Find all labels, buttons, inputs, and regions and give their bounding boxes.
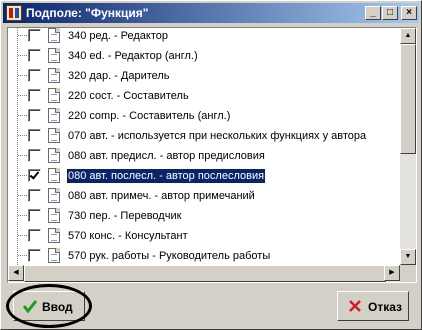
- scroll-down-arrow-icon[interactable]: ▼: [400, 249, 416, 265]
- title-bar[interactable]: Подполе: "Функция" _ □ ×: [3, 3, 419, 23]
- item-checkbox[interactable]: [28, 29, 41, 42]
- list-item[interactable]: 080 авт. предисл. - автор предисловия: [8, 146, 400, 166]
- scroll-up-arrow-icon[interactable]: ▲: [400, 28, 416, 44]
- function-tree-list[interactable]: 340 ред. - Редактор 340 ed. - Редактор (а…: [7, 27, 417, 283]
- document-icon: [48, 188, 60, 203]
- horizontal-scroll-thumb[interactable]: [24, 265, 386, 282]
- tree-connector: [18, 135, 27, 136]
- item-checkbox[interactable]: [28, 89, 41, 102]
- item-label[interactable]: 070 авт. - используется при нескольких ф…: [67, 129, 367, 143]
- document-icon: [48, 228, 60, 243]
- enter-button[interactable]: Ввод: [13, 291, 85, 321]
- item-label[interactable]: 570 рук. работы - Руководитель работы: [67, 249, 271, 263]
- window-title: Подполе: "Функция": [26, 6, 149, 20]
- list-rows: 340 ред. - Редактор 340 ed. - Редактор (а…: [8, 28, 400, 265]
- tree-connector: [18, 35, 27, 36]
- close-x-icon: [349, 300, 361, 312]
- tree-connector: [18, 255, 27, 256]
- item-label[interactable]: 320 дар. - Даритель: [67, 69, 171, 83]
- document-icon: [48, 68, 60, 83]
- list-item[interactable]: 730 пер. - Переводчик: [8, 206, 400, 226]
- list-item[interactable]: 070 авт. - используется при нескольких ф…: [8, 126, 400, 146]
- item-label[interactable]: 570 конс. - Консультант: [67, 229, 189, 243]
- tree-connector: [18, 75, 27, 76]
- list-item[interactable]: 220 сост. - Составитель: [8, 86, 400, 106]
- scroll-right-arrow-icon[interactable]: ▶: [384, 265, 400, 281]
- item-checkbox[interactable]: [28, 169, 41, 182]
- check-icon: [22, 300, 38, 314]
- document-icon: [48, 108, 60, 123]
- tree-connector: [18, 95, 27, 96]
- item-label[interactable]: 730 пер. - Переводчик: [67, 209, 182, 223]
- tree-connector: [18, 155, 27, 156]
- document-icon: [48, 248, 60, 263]
- document-icon: [48, 48, 60, 63]
- item-label[interactable]: 080 авт. послесл. - автор послесловия: [65, 168, 267, 184]
- list-item[interactable]: 570 рук. работы - Руководитель работы: [8, 246, 400, 265]
- item-label[interactable]: 340 ред. - Редактор: [67, 29, 169, 43]
- tree-connector: [18, 55, 27, 56]
- tree-connector: [18, 115, 27, 116]
- item-checkbox[interactable]: [28, 49, 41, 62]
- item-label[interactable]: 220 comp. - Составитель (англ.): [67, 109, 231, 123]
- item-label[interactable]: 080 авт. примеч. - автор примечаний: [67, 189, 256, 203]
- app-books-icon: [6, 5, 22, 21]
- item-checkbox[interactable]: [28, 129, 41, 142]
- maximize-button[interactable]: □: [382, 6, 398, 20]
- list-item[interactable]: 220 comp. - Составитель (англ.): [8, 106, 400, 126]
- dialog-window: Подполе: "Функция" _ □ × 340 ред. - Реда…: [0, 0, 422, 330]
- item-checkbox[interactable]: [28, 189, 41, 202]
- item-label[interactable]: 080 авт. предисл. - автор предисловия: [67, 149, 266, 163]
- item-checkbox[interactable]: [28, 249, 41, 262]
- close-button[interactable]: ×: [401, 6, 417, 20]
- document-icon: [48, 148, 60, 163]
- list-item[interactable]: 320 дар. - Даритель: [8, 66, 400, 86]
- scroll-left-arrow-icon[interactable]: ◀: [8, 265, 24, 281]
- item-checkbox[interactable]: [28, 149, 41, 162]
- item-label[interactable]: 340 ed. - Редактор (англ.): [67, 49, 199, 63]
- vertical-scrollbar[interactable]: ▲ ▼: [400, 28, 416, 265]
- horizontal-scrollbar[interactable]: ◀ ▶: [8, 265, 400, 282]
- tree-connector: [18, 215, 27, 216]
- tree-connector: [18, 175, 27, 176]
- tree-connector: [18, 195, 27, 196]
- item-checkbox[interactable]: [28, 229, 41, 242]
- vertical-scroll-thumb[interactable]: [400, 44, 416, 154]
- tree-connector: [18, 235, 27, 236]
- document-icon: [48, 208, 60, 223]
- list-item[interactable]: 080 авт. послесл. - автор послесловия: [8, 166, 400, 186]
- document-icon: [48, 28, 60, 43]
- document-icon: [48, 128, 60, 143]
- item-checkbox[interactable]: [28, 109, 41, 122]
- list-item[interactable]: 570 конс. - Консультант: [8, 226, 400, 246]
- list-item[interactable]: 340 ed. - Редактор (англ.): [8, 46, 400, 66]
- document-icon: [48, 88, 60, 103]
- cancel-button-label: Отказ: [368, 300, 403, 314]
- item-checkbox[interactable]: [28, 209, 41, 222]
- item-checkbox[interactable]: [28, 69, 41, 82]
- document-icon: [48, 168, 60, 183]
- cancel-button[interactable]: Отказ: [337, 291, 409, 321]
- list-item[interactable]: 080 авт. примеч. - автор примечаний: [8, 186, 400, 206]
- item-label[interactable]: 220 сост. - Составитель: [67, 89, 190, 103]
- scrollbar-corner: [400, 265, 416, 282]
- minimize-button[interactable]: _: [365, 6, 381, 20]
- list-item[interactable]: 340 ред. - Редактор: [8, 28, 400, 46]
- enter-button-label: Ввод: [42, 300, 73, 314]
